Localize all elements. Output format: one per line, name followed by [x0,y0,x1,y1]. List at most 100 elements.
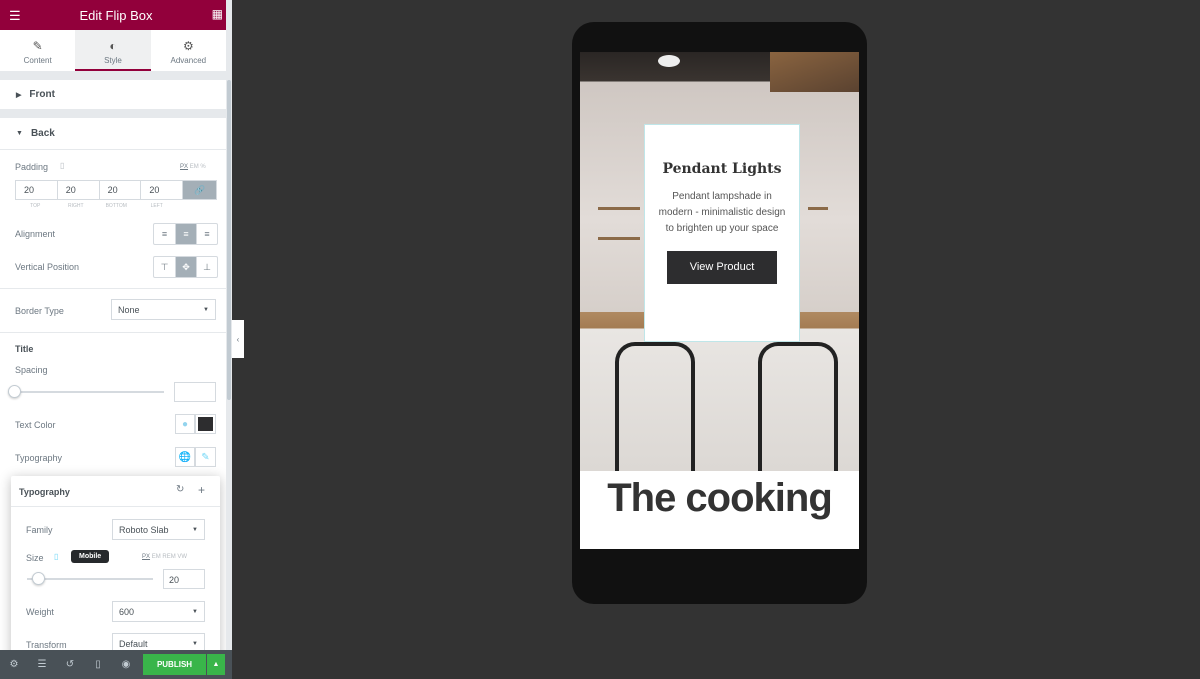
card-title: Pendant Lights [662,161,782,177]
card-description: Pendant lampshade in modern - minimalist… [658,191,786,234]
divider [0,288,226,289]
reset-icon[interactable]: ↻ [176,484,184,495]
caret-down-icon: ▼ [16,130,23,137]
link-icon: 🔗 [193,184,206,195]
align-top-icon[interactable]: ⊤ [154,257,175,277]
alignment-label: Alignment [15,229,56,239]
section-heading: The cooking [607,476,833,520]
section-front[interactable]: ▶ Front [0,80,226,110]
half-circle-icon: ◐ [109,39,117,53]
tab-label: Style [104,56,122,65]
divider [0,110,226,118]
unit-px[interactable]: PX [180,164,188,170]
caret-up-icon: ▲ [212,661,220,668]
side-label: TOP [30,203,41,209]
chevron-left-icon: ‹ [236,334,240,344]
unit-em[interactable]: EM [152,554,161,560]
size-slider-handle[interactable] [32,572,45,585]
device-icon[interactable]: ▯ [60,161,64,170]
ceiling-wood [770,52,859,92]
spacing-input[interactable] [174,382,216,402]
unit-vw[interactable]: VW [177,554,187,560]
divider [0,332,226,333]
view-product-button[interactable]: View Product [667,251,777,284]
padding-label: Padding [15,162,49,172]
padding-right-input[interactable]: 20 [57,180,100,200]
border-type-label: Border Type [15,306,64,316]
pencil-edit-icon[interactable]: ✎ [195,447,216,467]
padding-inputs: 20 20 20 20 🔗 [15,180,217,200]
side-label: BOTTOM [105,203,127,209]
padding-left-input[interactable]: 20 [141,180,184,200]
size-input[interactable]: 20 [163,569,205,589]
tab-content[interactable]: ✎ Content [0,30,75,71]
plus-icon[interactable]: + [198,483,205,497]
side-label: RIGHT [67,203,84,209]
mobile-device-icon[interactable]: ▯ [54,552,58,561]
padding-top-input[interactable]: 20 [15,180,58,200]
panel-footer: ⚙ ☰ ↺ ▯ ◉ PUBLISH ▲ [0,650,232,679]
unit-px[interactable]: PX [142,554,150,560]
select-value: Default [119,638,148,649]
unit-em[interactable]: EM [190,164,199,170]
global-color-icon[interactable]: ● [175,414,195,434]
link-values-button[interactable]: 🔗 [183,180,217,200]
layers-icon[interactable]: ☰ [28,659,56,670]
font-family-select[interactable]: Roboto Slab ▼ [112,519,205,540]
hamburger-icon[interactable]: ☰ [9,8,21,24]
vertical-position-label: Vertical Position [15,262,80,272]
tab-style[interactable]: ◐ Style [75,30,151,71]
chevron-down-icon: ▼ [203,306,209,313]
publish-options-button[interactable]: ▲ [207,654,225,675]
size-slider[interactable] [27,578,153,580]
align-right-icon[interactable]: ≡ [196,224,217,244]
panel-header: ☰ Edit Flip Box ▦ [0,0,232,30]
padding-bottom-input[interactable]: 20 [99,180,142,200]
divider [0,72,226,80]
size-label: Size [26,553,44,563]
spacing-label: Spacing [15,365,48,375]
alignment-control: ≡ ≡ ≡ [153,223,218,245]
section-label: Back [30,128,55,139]
border-type-select[interactable]: None ▼ [111,299,216,320]
pencil-icon: ✎ [32,39,43,53]
chevron-down-icon: ▼ [192,640,198,647]
align-bottom-icon[interactable]: ⊥ [196,257,217,277]
publish-button[interactable]: PUBLISH [143,654,206,675]
spacing-slider[interactable] [14,391,164,393]
section-back[interactable]: ▼ Back [0,118,226,150]
transform-label: Transform [26,640,67,650]
align-center-icon[interactable]: ≡ [175,224,196,244]
align-middle-icon[interactable]: ✥ [175,257,196,277]
bar-stool [758,342,838,471]
weight-label: Weight [26,607,54,617]
caret-right-icon: ▶ [16,91,22,99]
grid-icon[interactable]: ▦ [212,7,223,21]
settings-icon[interactable]: ⚙ [0,659,28,670]
font-weight-select[interactable]: 600 ▼ [112,601,205,622]
globe-icon[interactable]: 🌐 [175,447,195,467]
unit-percent[interactable]: % [200,164,205,170]
text-color-label: Text Color [15,420,56,430]
responsive-icon[interactable]: ▯ [84,659,112,670]
editor-panel: ☰ Edit Flip Box ▦ ✎ Content ◐ Style ⚙ Advan… [0,0,232,679]
size-units: PX EM REM VW [142,554,187,560]
spacing-slider-handle[interactable] [8,385,21,398]
section-label: Front [29,89,55,100]
history-icon[interactable]: ↺ [56,659,84,670]
unit-rem[interactable]: REM [162,554,175,560]
tab-advanced[interactable]: ⚙ Advanced [151,30,226,71]
select-value: None [118,304,140,315]
preview-icon[interactable]: ◉ [112,659,140,670]
padding-side-labels: TOP RIGHT BOTTOM LEFT [15,203,177,209]
tooltip: Mobile [71,550,110,563]
color-picker-swatch[interactable] [195,414,216,434]
chevron-down-icon: ▼ [192,526,198,533]
collapse-panel-button[interactable]: ‹ [232,320,244,358]
tab-label: Content [23,56,52,65]
shelf [598,207,640,210]
scrollbar-thumb[interactable] [227,80,231,400]
divider [11,506,220,507]
align-left-icon[interactable]: ≡ [154,224,175,244]
title-heading: Title [15,344,34,354]
